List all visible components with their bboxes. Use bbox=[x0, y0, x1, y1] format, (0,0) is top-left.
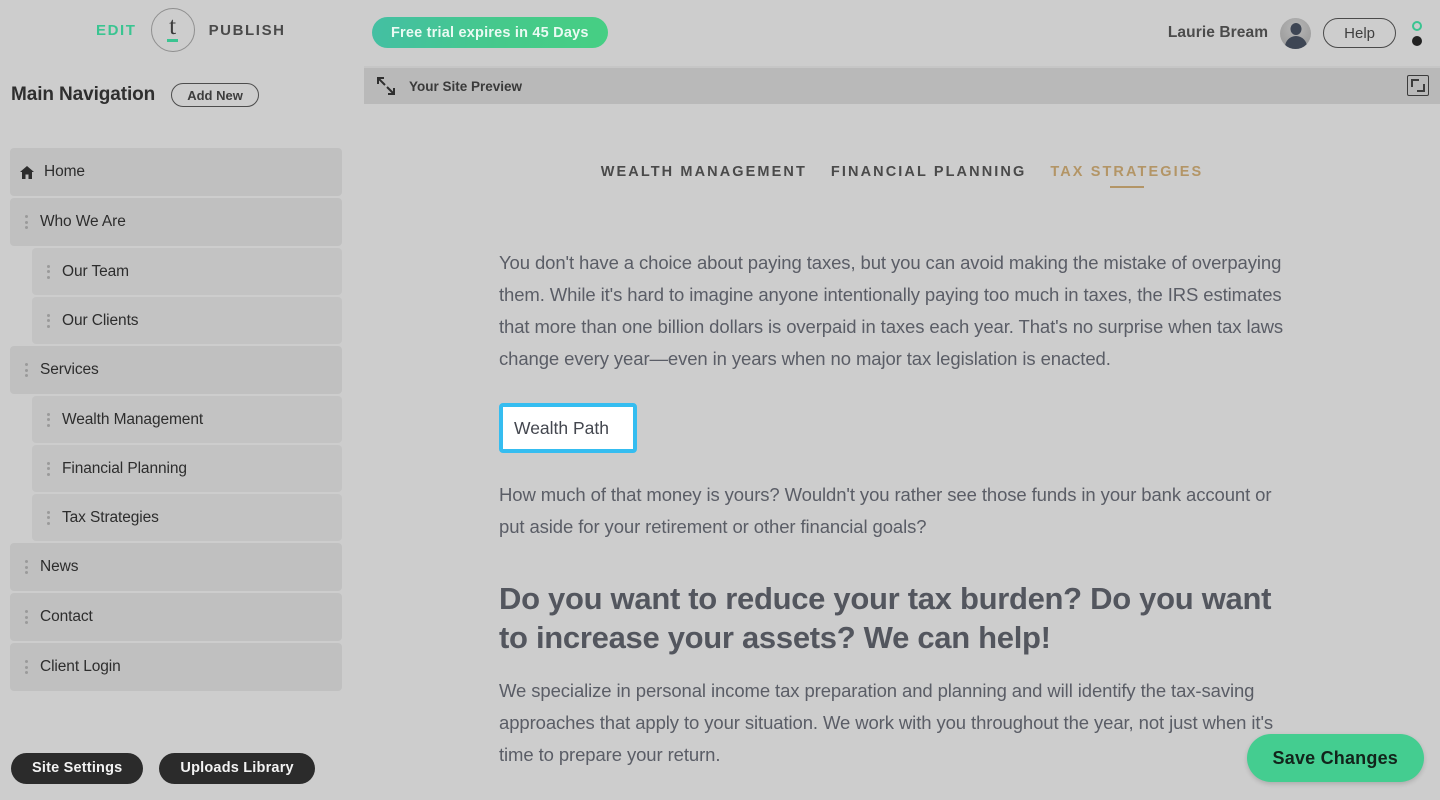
sidebar-item-client-login[interactable]: Client Login bbox=[10, 643, 342, 691]
sidebar-item-contact[interactable]: Contact bbox=[10, 593, 342, 641]
second-paragraph: How much of that money is yours? Wouldn'… bbox=[499, 484, 1272, 537]
drag-handle-icon[interactable] bbox=[38, 510, 58, 525]
edit-mode-label[interactable]: EDIT bbox=[96, 22, 137, 39]
fullscreen-icon[interactable] bbox=[1407, 75, 1429, 96]
drag-handle-icon[interactable] bbox=[38, 461, 58, 476]
drag-handle-icon[interactable] bbox=[16, 215, 36, 229]
free-trial-badge[interactable]: Free trial expires in 45 Days bbox=[372, 17, 608, 48]
logo-underline bbox=[167, 39, 179, 42]
sidebar-item-label: Contact bbox=[40, 608, 93, 625]
sidebar-item-wealth-management[interactable]: Wealth Management bbox=[32, 396, 342, 443]
title-input[interactable] bbox=[499, 403, 637, 453]
avatar[interactable] bbox=[1280, 17, 1312, 49]
status-indicators bbox=[1412, 21, 1422, 46]
drag-handle-icon[interactable] bbox=[38, 313, 58, 328]
site-tab-wealth-management[interactable]: WEALTH MANAGEMENT bbox=[601, 164, 807, 190]
collapse-arrows-icon[interactable] bbox=[375, 75, 397, 97]
sidebar-item-news[interactable]: News bbox=[10, 543, 342, 591]
sidebar-item-label: Tax Strategies bbox=[62, 508, 159, 526]
account-area: Laurie Bream Help bbox=[1168, 14, 1422, 52]
sidebar-item-label: Financial Planning bbox=[62, 459, 187, 477]
title-input-container bbox=[499, 403, 637, 453]
navigation-list: Home Who We Are Our Team Our Clients Service… bbox=[0, 148, 364, 693]
preview-pane: Your Site Preview WEALTH MANAGEMENT FINAN… bbox=[364, 66, 1440, 800]
logo-glyph: t bbox=[169, 13, 177, 40]
section-heading: Do you want to reduce your tax burden? D… bbox=[499, 581, 1272, 655]
third-paragraph: We specialize in personal income tax pre… bbox=[499, 680, 1274, 765]
drag-handle-icon[interactable] bbox=[16, 560, 36, 574]
sidebar-header: Main Navigation Add New bbox=[0, 66, 364, 124]
drag-handle-icon[interactable] bbox=[16, 660, 36, 674]
sidebar-item-home[interactable]: Home bbox=[10, 148, 342, 196]
user-name: Laurie Bream bbox=[1167, 24, 1269, 41]
site-content: You don't have a choice about paying tax… bbox=[364, 247, 1304, 771]
drag-handle-icon[interactable] bbox=[38, 264, 58, 279]
drag-handle-icon[interactable] bbox=[16, 610, 36, 624]
home-icon bbox=[16, 165, 38, 180]
sidebar-item-our-clients[interactable]: Our Clients bbox=[32, 297, 342, 344]
app-logo[interactable]: t bbox=[150, 8, 195, 52]
sidebar-item-label: Home bbox=[44, 163, 85, 180]
sidebar-item-financial-planning[interactable]: Financial Planning bbox=[32, 445, 342, 492]
sidebar-item-services[interactable]: Services bbox=[10, 346, 342, 394]
sidebar-item-label: Client Login bbox=[40, 658, 121, 675]
site-canvas: WEALTH MANAGEMENT FINANCIAL PLANNING TAX S… bbox=[364, 104, 1440, 800]
help-button[interactable]: Help bbox=[1323, 18, 1396, 48]
page-title: Main Navigation bbox=[11, 84, 156, 105]
status-dot-icon[interactable] bbox=[1412, 36, 1422, 46]
top-bar: EDIT t PUBLISH Free trial expires in 45 … bbox=[0, 0, 1440, 66]
sidebar-item-who-we-are[interactable]: Who We Are bbox=[10, 198, 342, 246]
site-navigation: WEALTH MANAGEMENT FINANCIAL PLANNING TAX S… bbox=[364, 104, 1440, 190]
sidebar-item-label: Services bbox=[40, 361, 99, 378]
avatar-body bbox=[1284, 35, 1307, 49]
site-settings-button[interactable]: Site Settings bbox=[11, 752, 144, 784]
sidebar-item-label: Who We Are bbox=[40, 213, 126, 230]
publish-mode-label[interactable]: PUBLISH bbox=[209, 22, 286, 39]
edit-publish-switch: EDIT t PUBLISH bbox=[96, 8, 286, 52]
sidebar-item-label: Wealth Management bbox=[62, 410, 204, 428]
sidebar-item-tax-strategies[interactable]: Tax Strategies bbox=[32, 494, 342, 541]
preview-title: Your Site Preview bbox=[409, 78, 523, 94]
site-tab-tax-strategies[interactable]: TAX STRATEGIES bbox=[1050, 164, 1203, 190]
preview-toolbar: Your Site Preview bbox=[364, 68, 1440, 104]
drag-handle-icon[interactable] bbox=[16, 363, 36, 377]
uploads-library-button[interactable]: Uploads Library bbox=[159, 752, 315, 784]
sidebar-footer: Site Settings Uploads Library bbox=[0, 736, 364, 800]
sidebar-item-label: Our Clients bbox=[62, 311, 139, 329]
sidebar-item-our-team[interactable]: Our Team bbox=[32, 248, 342, 295]
drag-handle-icon[interactable] bbox=[38, 412, 58, 427]
site-tab-financial-planning[interactable]: FINANCIAL PLANNING bbox=[831, 164, 1026, 190]
sidebar: Main Navigation Add New Home Who We Are Ou… bbox=[0, 66, 364, 800]
status-ring-icon[interactable] bbox=[1412, 21, 1422, 31]
save-changes-button[interactable]: Save Changes bbox=[1246, 734, 1424, 782]
avatar-head bbox=[1290, 22, 1302, 35]
add-new-button[interactable]: Add New bbox=[171, 83, 259, 107]
intro-paragraph: You don't have a choice about paying tax… bbox=[499, 252, 1284, 369]
sidebar-item-label: News bbox=[40, 558, 79, 575]
sidebar-item-label: Our Team bbox=[62, 262, 129, 280]
